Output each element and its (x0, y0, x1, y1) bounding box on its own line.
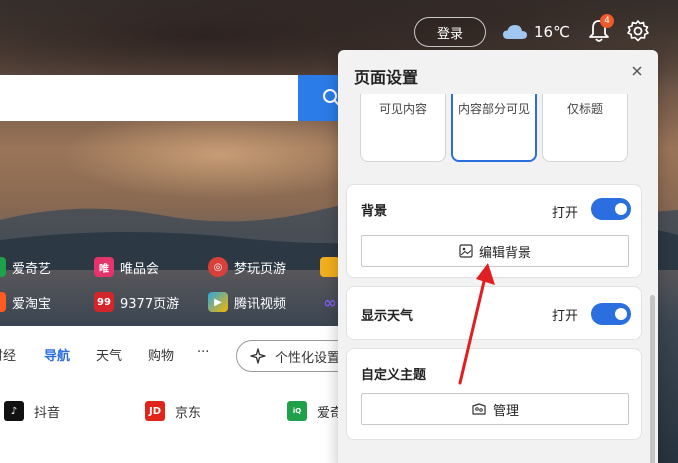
tab-finance[interactable]: 财经 (0, 345, 16, 364)
quick-link-label: 腾讯视频 (234, 296, 287, 312)
quick-link-partial-2[interactable]: ∞ (320, 292, 340, 312)
iqiyi-icon (0, 257, 6, 277)
layout-option-label: 仅标题 (566, 102, 603, 116)
quick-link-vip[interactable]: 唯 唯品会 (94, 257, 159, 277)
panel-scrollbar[interactable] (650, 295, 655, 463)
layout-option-partial[interactable]: 内容部分可见 (451, 94, 537, 162)
notification-badge: 4 (600, 14, 614, 28)
tab-navigation[interactable]: 导航 (44, 345, 70, 364)
background-toggle[interactable] (591, 198, 631, 220)
annotation-arrow (458, 263, 495, 385)
tab-shopping[interactable]: 购物 (148, 345, 174, 364)
quick-link-label: 唯品会 (120, 261, 160, 277)
cat-icon (320, 257, 340, 277)
quick-link-tencent-video[interactable]: ▶ 腾讯视频 (208, 292, 286, 312)
login-button[interactable]: 登录 (414, 17, 486, 47)
layout-option-visible[interactable]: 可见内容 (360, 94, 446, 162)
tab-weather[interactable]: 天气 (96, 345, 122, 364)
tab-more[interactable]: ··· (197, 345, 209, 360)
quick-link-taobao[interactable]: 爱淘宝 (0, 292, 51, 312)
weather-toggle[interactable] (591, 303, 631, 325)
quick-link-label: 爱淘宝 (12, 296, 52, 312)
close-icon[interactable] (628, 62, 646, 80)
mengwan-icon: ◎ (208, 257, 228, 277)
manage-theme-label: 管理 (492, 403, 519, 419)
weather-label: 显示天气 (361, 309, 414, 324)
layout-option-title-only[interactable]: 仅标题 (542, 94, 628, 162)
search-input[interactable] (0, 75, 300, 121)
layout-option-label: 可见内容 (378, 102, 427, 116)
site-iqiyi[interactable]: iQ 爱奇 (287, 401, 343, 421)
palette-icon (472, 403, 486, 415)
douyin-icon: ♪ (4, 401, 24, 421)
sparkle-icon (250, 348, 266, 364)
temperature-text: 16℃ (534, 23, 570, 41)
quick-link-label: 爱奇艺 (12, 261, 52, 277)
infinity-icon: ∞ (323, 292, 337, 312)
panel-title: 页面设置 (354, 68, 419, 87)
theme-label: 自定义主题 (361, 368, 427, 383)
quick-link-mengwan[interactable]: ◎ 梦玩页游 (208, 257, 286, 277)
iqiyi-icon: iQ (287, 401, 307, 421)
jd-icon: JD (145, 401, 165, 421)
9377-icon: 99 (94, 292, 114, 312)
site-label: 京东 (175, 405, 202, 421)
personalize-label: 个性化设置 (275, 350, 341, 366)
gear-icon[interactable] (626, 19, 650, 43)
taobao-icon (0, 292, 6, 312)
quick-link-label: 梦玩页游 (234, 261, 287, 277)
background-label: 背景 (361, 204, 388, 219)
quick-link-9377[interactable]: 99 9377页游 (94, 292, 179, 312)
quick-link-label: 9377页游 (120, 296, 180, 312)
site-label: 抖音 (34, 405, 61, 421)
quick-link-iqiyi[interactable]: 爱奇艺 (0, 257, 51, 277)
vip-icon: 唯 (94, 257, 114, 277)
weather-toggle-label: 打开 (552, 309, 579, 324)
background-toggle-label: 打开 (552, 206, 579, 221)
tencent-video-icon: ▶ (208, 292, 228, 312)
site-douyin[interactable]: ♪ 抖音 (4, 401, 60, 421)
weather-widget[interactable]: 16℃ (502, 18, 570, 46)
layout-option-label: 内容部分可见 (457, 102, 530, 116)
cloud-icon (503, 25, 527, 39)
manage-theme-button[interactable]: 管理 (361, 393, 629, 425)
site-jd[interactable]: JD 京东 (145, 401, 201, 421)
quick-link-partial[interactable] (320, 257, 340, 277)
